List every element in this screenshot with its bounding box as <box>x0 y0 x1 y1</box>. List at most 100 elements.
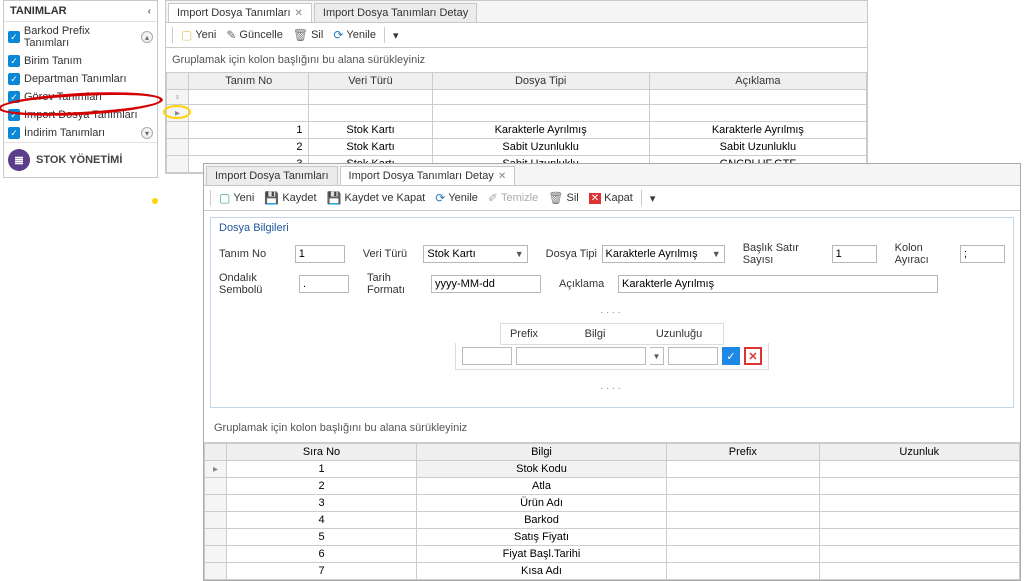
row-indicator-icon: ▸ <box>213 464 218 475</box>
collapse-up-icon[interactable]: ▴ <box>141 31 153 43</box>
close-icon[interactable]: ✕ <box>498 171 506 182</box>
sidebar-item-birim[interactable]: ✓ Birim Tanım <box>4 52 157 70</box>
table-row[interactable]: 5Satış Fiyatı <box>205 529 1020 546</box>
chevron-down-icon[interactable]: ▼ <box>650 347 664 365</box>
divider-dots: .... <box>219 302 1005 319</box>
prefix-input[interactable] <box>462 347 512 365</box>
bilgi-label: Bilgi <box>545 328 645 340</box>
col-dosya-tipi[interactable]: Dosya Tipi <box>432 73 649 90</box>
ondalik-input[interactable] <box>299 275 349 293</box>
check-icon: ✓ <box>8 73 20 85</box>
table-row[interactable]: 6Fiyat Başl.Tarihi <box>205 546 1020 563</box>
table-row[interactable]: 2Atla <box>205 478 1020 495</box>
col-uzunluk[interactable]: Uzunluk <box>819 444 1019 461</box>
table-row[interactable]: 1 Stok Kartı Karakterle Ayrılmış Karakte… <box>167 122 867 139</box>
kolon-input[interactable] <box>960 245 1005 263</box>
new-button[interactable]: ▢Yeni <box>177 26 220 44</box>
bilgi-input[interactable] <box>516 347 646 365</box>
toolbar-dropdown[interactable]: ▾ <box>646 190 660 207</box>
sidebar-item-barkod-prefix[interactable]: ✓ Barkod Prefix Tanımları ▴ <box>4 22 157 52</box>
sidebar-item-departman[interactable]: ✓ Departman Tanımları <box>4 70 157 88</box>
detail-tab-bar: Import Dosya Tanımları Import Dosya Tanı… <box>204 164 1020 186</box>
annotation-yellow-dot <box>152 198 158 204</box>
table-row[interactable]: 7Kısa Adı <box>205 563 1020 580</box>
collapse-down-icon[interactable]: ▾ <box>141 127 153 139</box>
save-icon: 💾 <box>264 191 279 205</box>
sidebar-item-label: Departman Tanımları <box>24 73 127 85</box>
row-indicator-icon: ▸ <box>175 108 180 119</box>
detail-group-hint[interactable]: Gruplamak için kolon başlığını bu alana … <box>204 414 1020 442</box>
tab-label: Import Dosya Tanımları Detay <box>323 7 468 19</box>
main-panel: Import Dosya Tanımları ✕ Import Dosya Ta… <box>165 0 868 174</box>
uzunluk-input[interactable] <box>668 347 718 365</box>
uzunluk-label: Uzunluğu <box>649 328 709 340</box>
sidebar-header: TANIMLAR ‹ <box>4 1 157 22</box>
close-icon[interactable]: ✕ <box>295 8 303 19</box>
save-close-icon: 💾 <box>327 191 342 205</box>
group-legend: Dosya Bilgileri <box>219 222 1005 234</box>
close-square-icon: ✕ <box>589 193 601 204</box>
trash-icon: 🗑 <box>548 191 563 205</box>
tab-label: Import Dosya Tanımları <box>215 170 329 182</box>
col-sira-no[interactable]: Sıra No <box>227 444 417 461</box>
dosya-tipi-label: Dosya Tipi <box>546 248 598 260</box>
tanim-no-input[interactable] <box>295 245 345 263</box>
chevron-left-icon[interactable]: ‹ <box>148 6 151 17</box>
tab-import-dosya-detay[interactable]: Import Dosya Tanımları Detay ✕ <box>340 166 516 185</box>
main-toolbar: ▢Yeni ✎Güncelle 🗑Sil ⟳Yenile ▾ <box>166 23 867 48</box>
veri-turu-label: Veri Türü <box>363 248 420 260</box>
col-bilgi[interactable]: Bilgi <box>417 444 667 461</box>
toolbar-dropdown[interactable]: ▾ <box>389 27 403 44</box>
aciklama-input[interactable] <box>618 275 938 293</box>
brush-icon: ✐ <box>488 191 498 205</box>
sidebar: TANIMLAR ‹ ✓ Barkod Prefix Tanımları ▴ ✓… <box>3 0 158 178</box>
main-tab-bar: Import Dosya Tanımları ✕ Import Dosya Ta… <box>166 1 867 23</box>
main-grid[interactable]: Tanım No Veri Türü Dosya Tipi Açıklama ♀… <box>166 72 867 173</box>
clear-button[interactable]: ✐Temizle <box>484 189 542 207</box>
veri-turu-select[interactable]: Stok Kartı▼ <box>423 245 527 263</box>
table-row[interactable]: 4Barkod <box>205 512 1020 529</box>
sidebar-item-indirim[interactable]: ✓ İndirim Tanımları ▾ <box>4 124 157 142</box>
col-veri-turu[interactable]: Veri Türü <box>309 73 432 90</box>
new-button[interactable]: ▢Yeni <box>215 189 258 207</box>
filter-row[interactable]: ♀ <box>167 90 867 105</box>
detail-toolbar: ▢Yeni 💾Kaydet 💾Kaydet ve Kapat ⟳Yenile ✐… <box>204 186 1020 211</box>
table-row[interactable]: ▸1Stok Kodu <box>205 461 1020 478</box>
col-tanim-no[interactable]: Tanım No <box>189 73 309 90</box>
sidebar-item-import-dosya[interactable]: ✓ Import Dosya Tanımları <box>4 106 157 124</box>
dosya-tipi-select[interactable]: Karakterle Ayrılmış▼ <box>602 245 725 263</box>
save-close-button[interactable]: 💾Kaydet ve Kapat <box>323 189 430 207</box>
update-button[interactable]: ✎Güncelle <box>222 26 286 44</box>
tab-import-dosya-detay[interactable]: Import Dosya Tanımları Detay <box>314 3 477 22</box>
sidebar-item-label: İndirim Tanımları <box>24 127 105 139</box>
refresh-button[interactable]: ⟳Yenile <box>431 189 482 207</box>
detail-grid[interactable]: Sıra No Bilgi Prefix Uzunluk ▸1Stok Kodu… <box>204 443 1020 580</box>
cancel-button[interactable]: ✕ <box>744 347 762 365</box>
col-aciklama[interactable]: Açıklama <box>649 73 866 90</box>
sidebar-item-label: Barkod Prefix Tanımları <box>24 25 137 49</box>
delete-button[interactable]: 🗑Sil <box>289 26 327 44</box>
detail-panel: Import Dosya Tanımları Import Dosya Tanı… <box>203 163 1021 581</box>
save-button[interactable]: 💾Kaydet <box>260 189 320 207</box>
tab-import-dosya[interactable]: Import Dosya Tanımları <box>206 166 338 185</box>
table-row[interactable]: 3Ürün Adı <box>205 495 1020 512</box>
delete-button[interactable]: 🗑Sil <box>544 189 582 207</box>
col-prefix[interactable]: Prefix <box>667 444 820 461</box>
close-button[interactable]: ✕Kapat <box>585 190 637 206</box>
tarih-input[interactable] <box>431 275 541 293</box>
document-icon: ▢ <box>181 28 192 42</box>
tab-label: Import Dosya Tanımları <box>177 7 291 19</box>
check-icon: ✓ <box>8 109 20 121</box>
baslik-input[interactable] <box>832 245 877 263</box>
blank-row[interactable]: ▸ <box>167 105 867 122</box>
group-hint-area[interactable]: Gruplamak için kolon başlığını bu alana … <box>166 48 867 72</box>
refresh-button[interactable]: ⟳Yenile <box>329 26 380 44</box>
sidebar-title: TANIMLAR <box>10 5 67 17</box>
tab-import-dosya[interactable]: Import Dosya Tanımları ✕ <box>168 3 312 22</box>
stock-management-header[interactable]: ≣ STOK YÖNETİMİ <box>4 142 157 177</box>
confirm-button[interactable]: ✓ <box>722 347 740 365</box>
sidebar-item-gorev[interactable]: ✓ Görev Tanımları <box>4 88 157 106</box>
table-row[interactable]: 2 Stok Kartı Sabit Uzunluklu Sabit Uzunl… <box>167 139 867 156</box>
trash-icon: 🗑 <box>293 28 308 42</box>
baslik-label: Başlık Satır Sayısı <box>743 242 828 266</box>
